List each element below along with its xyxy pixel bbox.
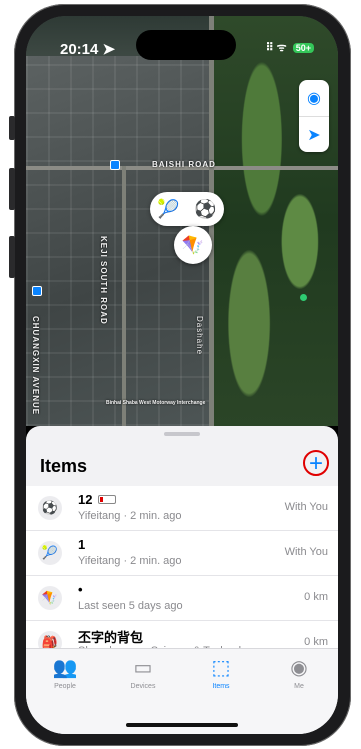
tab-label: People bbox=[54, 683, 76, 690]
home-indicator bbox=[126, 723, 238, 727]
map-label-interchange: Binhai Shaba West Motorway Interchange bbox=[106, 400, 206, 406]
map-label-dashahe: Dashahe bbox=[195, 316, 204, 356]
people-icon: 👥 bbox=[52, 657, 78, 679]
soccer-ball-icon: ⚽ bbox=[194, 198, 217, 219]
status-indicators: ⠿ ᯤ 50+ bbox=[266, 40, 314, 55]
map-pin-cluster[interactable]: 🎾 ⚽ bbox=[150, 192, 224, 226]
item-location: Yifeitang · 2 min. ago bbox=[78, 555, 182, 567]
tab-label: Devices bbox=[130, 683, 156, 690]
person-icon: ◉ bbox=[290, 657, 308, 679]
dynamic-island bbox=[136, 30, 236, 60]
map-park-marker bbox=[300, 294, 307, 301]
kite-icon: 🪁 bbox=[181, 234, 205, 255]
devices-icon: ▭ bbox=[133, 657, 153, 679]
soccer-ball-icon: ⚽ bbox=[38, 496, 62, 520]
item-name-text: 12 bbox=[78, 492, 93, 507]
map-poi-marker bbox=[32, 286, 42, 296]
kite-icon: 🪁 bbox=[38, 586, 62, 610]
tennis-ball-icon: 🎾 bbox=[38, 541, 62, 565]
item-distance: 0 km bbox=[304, 636, 328, 648]
tennis-ball-icon: 🎾 bbox=[157, 198, 180, 219]
map-label-chuangxin-avenue: CHUANGXIN AVENUE bbox=[31, 316, 40, 416]
tab-devices[interactable]: ▭ Devices bbox=[104, 649, 182, 734]
list-item[interactable]: 🪁 • Last seen 5 days ago 0 km bbox=[26, 576, 338, 621]
items-list: ⚽ 12 Yifeitang · 2 min. ago With You 🎾 1… bbox=[26, 486, 338, 665]
item-name: 12 bbox=[78, 492, 117, 507]
low-battery-icon bbox=[98, 495, 117, 504]
volume-down-button bbox=[9, 236, 15, 278]
map-poi-marker bbox=[110, 160, 120, 170]
sheet-grabber[interactable] bbox=[164, 432, 200, 436]
map-label-baishi-road: BAISHI ROAD bbox=[152, 160, 216, 169]
item-distance: With You bbox=[284, 501, 328, 513]
map-pin-kite[interactable]: 🪁 bbox=[174, 226, 212, 264]
item-name: 1 bbox=[78, 537, 86, 552]
items-grid-icon: ⬚ bbox=[211, 657, 231, 679]
list-item[interactable]: ⚽ 12 Yifeitang · 2 min. ago With You bbox=[26, 486, 338, 531]
location-arrow-icon[interactable]: ➤ bbox=[299, 116, 329, 153]
golf-course-area bbox=[211, 16, 338, 426]
tab-items[interactable]: ⬚ Items bbox=[182, 649, 260, 734]
list-item[interactable]: 🎾 1 Yifeitang · 2 min. ago With You bbox=[26, 531, 338, 576]
tab-label: Me bbox=[294, 683, 304, 690]
add-item-button[interactable]: + bbox=[303, 450, 329, 476]
item-name: 丕字的背包 bbox=[78, 630, 144, 645]
signal-wifi-icon: ⠿ ᯤ bbox=[265, 42, 287, 54]
map-controls: ◉ ➤ bbox=[299, 80, 329, 152]
volume-up-button bbox=[9, 168, 15, 210]
item-location: Last seen 5 days ago bbox=[78, 600, 183, 612]
status-time: 20:14 ➤ bbox=[60, 41, 116, 58]
item-name: • bbox=[78, 582, 83, 597]
mute-switch bbox=[9, 116, 15, 140]
item-distance: 0 km bbox=[304, 591, 328, 603]
keji-south-road bbox=[122, 166, 126, 426]
screen: BAISHI ROAD KEJI SOUTH ROAD CHUANGXIN AV… bbox=[26, 16, 338, 734]
item-distance: With You bbox=[284, 546, 328, 558]
tab-people[interactable]: 👥 People bbox=[26, 649, 104, 734]
map-view[interactable]: BAISHI ROAD KEJI SOUTH ROAD CHUANGXIN AV… bbox=[26, 16, 338, 426]
tab-label: Items bbox=[212, 683, 230, 690]
battery-indicator: 50+ bbox=[292, 42, 314, 53]
sheet-title: Items bbox=[40, 456, 88, 476]
map-label-keji-south-road: KEJI SOUTH ROAD bbox=[99, 236, 108, 325]
item-location: Yifeitang · 2 min. ago bbox=[78, 510, 182, 522]
tab-me[interactable]: ◉ Me bbox=[260, 649, 338, 734]
tab-bar: 👥 People ▭ Devices ⬚ Items ◉ Me bbox=[26, 648, 338, 734]
globe-icon[interactable]: ◉ bbox=[299, 80, 329, 116]
